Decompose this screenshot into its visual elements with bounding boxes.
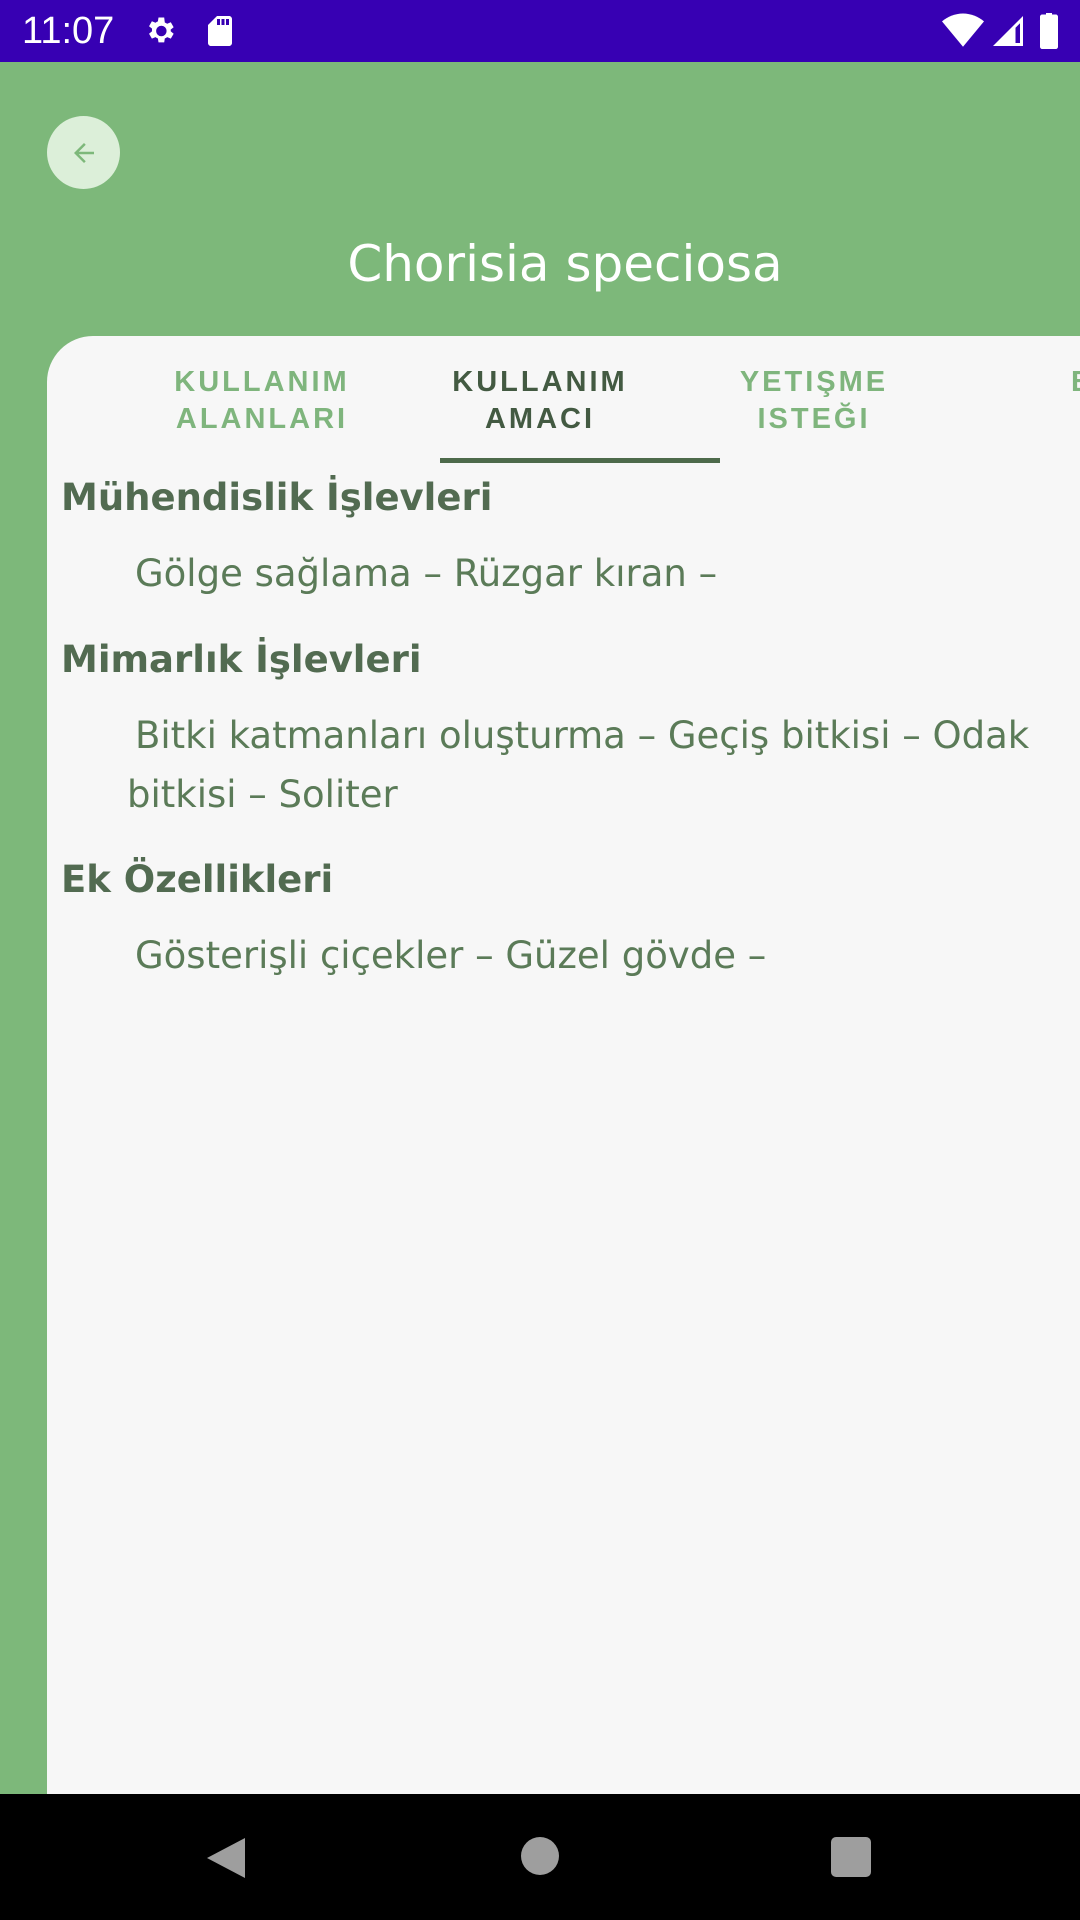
section-text: Gölge sağlama – Rüzgar kıran – — [135, 552, 718, 595]
navigation-bar — [0, 1794, 1080, 1920]
recents-square-icon[interactable] — [831, 1837, 871, 1877]
section-title: Mühendislik İşlevleri — [61, 476, 493, 519]
arrow-left-icon — [73, 142, 94, 163]
back-button[interactable] — [47, 116, 120, 189]
gear-icon — [149, 17, 174, 43]
tab-label-line1: KULLANIM — [174, 366, 350, 398]
tab-partial[interactable]: B — [1063, 364, 1080, 401]
tab-indicator — [440, 458, 720, 463]
page-title: Chorisia speciosa — [347, 235, 783, 293]
sd-card-icon — [208, 16, 232, 46]
tab-label-line1: YETIŞME — [739, 366, 889, 398]
signal-icon — [993, 16, 1023, 46]
section-mimarlik: Mimarlık İşlevleri Bitki katmanları oluş… — [61, 636, 1071, 824]
header: Chorisia speciosa — [0, 62, 1080, 336]
section-muhendislik: Mühendislik İşlevleri Gölge sağlama – Rü… — [61, 474, 1071, 603]
section-title: Ek Özellikleri — [61, 858, 334, 901]
back-triangle-icon[interactable] — [205, 1836, 247, 1880]
tab-yetisme-istegi[interactable]: YETIŞME ISTEĞI — [714, 364, 914, 438]
tab-label-line2: ISTEĞI — [757, 403, 871, 435]
content-sheet: KULLANIM ALANLARI KULLANIM AMACI YETIŞME… — [47, 336, 1080, 1794]
tab-kullanim-amaci[interactable]: KULLANIM AMACI — [440, 364, 640, 438]
status-time: 11:07 — [22, 10, 115, 52]
tab-label-line2: B — [1063, 364, 1080, 401]
tab-label-line2: AMACI — [484, 403, 596, 435]
tab-label-line2: ALANLARI — [175, 403, 349, 435]
status-bar: 11:07 — [0, 0, 1080, 62]
home-circle-icon[interactable] — [521, 1837, 559, 1875]
section-text: Gösterişli çiçekler – Güzel gövde – — [135, 934, 767, 977]
section-title: Mimarlık İşlevleri — [61, 638, 422, 681]
battery-icon — [1040, 13, 1058, 49]
wifi-icon — [942, 13, 984, 47]
section-text: Bitki katmanları oluşturma – Geçiş bitki… — [127, 714, 1030, 816]
tab-bar: KULLANIM ALANLARI KULLANIM AMACI YETIŞME… — [47, 336, 1080, 463]
tab-kullanim-alanlari[interactable]: KULLANIM ALANLARI — [162, 364, 362, 438]
section-ek-ozellikleri: Ek Özellikleri Gösterişli çiçekler – Güz… — [61, 856, 1071, 985]
tab-label-line1: KULLANIM — [452, 366, 628, 398]
